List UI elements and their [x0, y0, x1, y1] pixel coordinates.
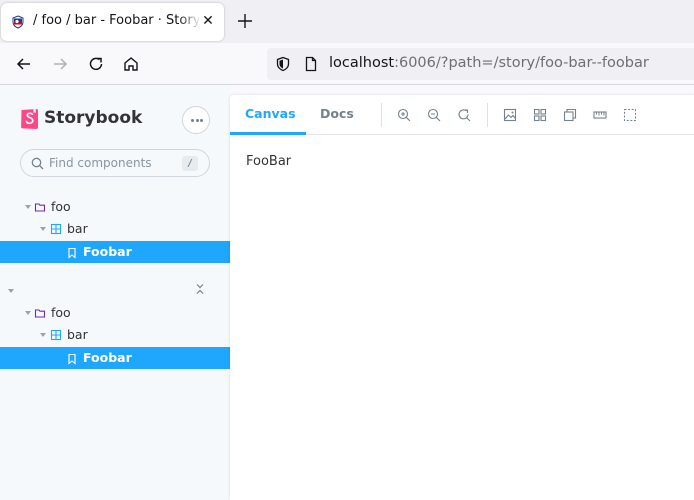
shield-favicon-icon: [12, 15, 24, 29]
expand-arrow-icon: [25, 205, 31, 209]
browser-tab[interactable]: / foo / bar - Foobar · Storybook ✕: [1, 3, 224, 41]
outline-icon[interactable]: [623, 108, 637, 122]
preview-toolbar: Canvas Docs: [230, 95, 694, 135]
canvas-content: FooBar: [246, 154, 292, 169]
tree-label: bar: [67, 221, 88, 236]
storybook-brand[interactable]: Storybook: [44, 108, 142, 128]
tree-component-bar[interactable]: bar: [0, 324, 230, 346]
tree-story-foobar[interactable]: Foobar: [0, 347, 230, 369]
component-icon: [50, 329, 62, 341]
ellipsis-icon: [195, 119, 199, 122]
tracking-shield-icon[interactable]: [275, 56, 291, 72]
collapse-all-icon[interactable]: [194, 283, 206, 295]
grid-icon[interactable]: [533, 108, 547, 122]
tab-canvas[interactable]: Canvas: [245, 106, 296, 121]
viewport-icon[interactable]: [563, 108, 577, 122]
tree-story-foobar[interactable]: Foobar: [0, 241, 230, 263]
address-bar[interactable]: localhost:6006/?path=/story/foo-bar--foo…: [267, 48, 694, 80]
tree-component-bar[interactable]: bar: [0, 218, 230, 240]
url-host: localhost: [329, 55, 395, 71]
bookmark-icon: [68, 247, 76, 259]
storybook-sidebar: Storybook / foo bar Foobar: [0, 86, 230, 500]
search-shortcut-badge: /: [182, 156, 198, 171]
background-image-icon[interactable]: [503, 108, 517, 122]
bookmark-icon: [68, 353, 76, 365]
tree-label: bar: [67, 327, 88, 342]
storybook-logo-icon: [21, 109, 38, 129]
toolbar-divider: [381, 103, 382, 127]
home-icon[interactable]: [122, 55, 140, 73]
zoom-out-icon[interactable]: [427, 108, 441, 122]
tree-label: foo: [51, 199, 71, 214]
more-menu-button[interactable]: [182, 106, 210, 134]
tab-title: / foo / bar - Foobar · Storybook: [33, 13, 199, 28]
expand-arrow-icon: [40, 227, 46, 231]
url-text: localhost:6006/?path=/story/foo-bar--foo…: [329, 55, 649, 71]
forward-arrow-icon[interactable]: [51, 55, 69, 73]
back-arrow-icon[interactable]: [15, 55, 33, 73]
ruler-icon[interactable]: [593, 108, 607, 122]
tree-group-foo[interactable]: foo: [0, 302, 230, 324]
zoom-reset-icon[interactable]: [457, 108, 471, 122]
search-icon: [31, 157, 44, 170]
component-icon: [50, 223, 62, 235]
tree-group-foo[interactable]: foo: [0, 196, 230, 218]
preview-panel: Canvas Docs FooBar: [230, 95, 694, 500]
toolbar-divider: [487, 103, 488, 127]
search-box[interactable]: /: [20, 149, 210, 177]
expand-arrow-icon: [25, 311, 31, 315]
section-expand-arrow-icon[interactable]: [8, 289, 14, 293]
folder-icon: [34, 309, 46, 318]
reload-icon[interactable]: [87, 55, 105, 73]
expand-arrow-icon: [40, 333, 46, 337]
new-tab-icon[interactable]: [236, 12, 254, 30]
browser-tab-strip: / foo / bar - Foobar · Storybook ✕: [0, 0, 694, 43]
tab-docs[interactable]: Docs: [320, 106, 354, 121]
folder-icon: [34, 203, 46, 212]
ellipsis-icon: [191, 119, 194, 122]
url-path: :6006/?path=/story/foo-bar--foobar: [394, 55, 649, 71]
ellipsis-icon: [200, 119, 203, 122]
close-tab-icon[interactable]: ✕: [201, 14, 215, 28]
browser-nav-bar: localhost:6006/?path=/story/foo-bar--foo…: [0, 43, 694, 85]
tab-title-fade: [179, 9, 201, 35]
active-tab-indicator: [230, 132, 306, 135]
zoom-in-icon[interactable]: [397, 108, 411, 122]
tree-label: foo: [51, 305, 71, 320]
tree-label: Foobar: [83, 244, 132, 259]
search-input[interactable]: [49, 155, 179, 171]
page-info-icon[interactable]: [303, 56, 319, 72]
tree-label: Foobar: [83, 350, 132, 365]
